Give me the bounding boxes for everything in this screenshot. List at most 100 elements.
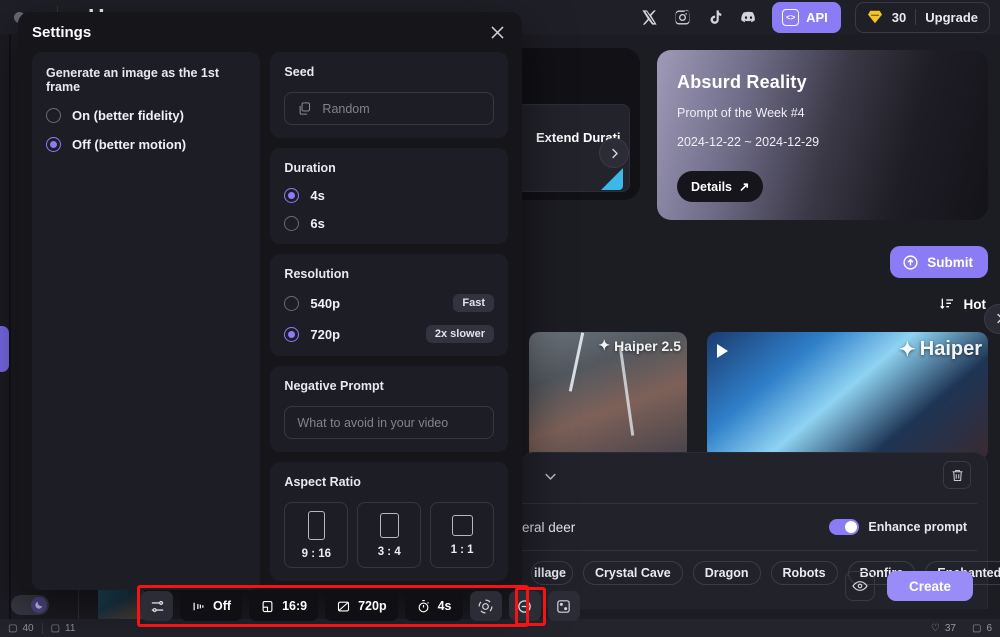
promo-banner[interactable]: Absurd Reality Prompt of the Week #4 202… <box>657 50 988 220</box>
x-twitter-icon[interactable] <box>640 8 659 27</box>
sidebar-drag-handle[interactable] <box>0 326 9 372</box>
credits-count: 30 <box>892 10 906 25</box>
prompt-row[interactable]: eral deer Enhance prompt <box>520 503 977 551</box>
settings-modal: Settings Generate an image as the 1st fr… <box>18 12 522 590</box>
enhance-prompt-control[interactable]: Enhance prompt <box>829 519 977 535</box>
quickbar-aspect-ratio-button[interactable]: 16:9 <box>249 591 318 621</box>
motion-icon <box>191 599 206 614</box>
option-label: 3 : 4 <box>378 546 401 558</box>
chip-item[interactable]: Crystal Cave <box>583 561 683 585</box>
api-label: API <box>806 10 828 25</box>
camera-motion-icon[interactable] <box>470 591 502 621</box>
enhance-prompt-toggle[interactable] <box>829 519 859 535</box>
quickbar-label: Off <box>213 599 231 613</box>
quickbar-motion-button[interactable]: Off <box>180 591 242 621</box>
duration-option-6s[interactable]: 6s <box>284 216 494 231</box>
duration-title: Duration <box>284 161 494 175</box>
prompt-text: eral deer <box>522 520 575 535</box>
discord-icon[interactable] <box>739 8 758 27</box>
quickbar-duration-button[interactable]: 4s <box>405 591 463 621</box>
submit-button[interactable]: Submit <box>890 246 988 278</box>
resolution-option-540p[interactable]: 540p Fast <box>284 294 494 312</box>
negative-prompt-placeholder: What to avoid in your video <box>297 416 448 430</box>
page-icon: ▢ <box>972 623 981 634</box>
enhance-prompt-label: Enhance prompt <box>868 520 967 534</box>
resolution-section: Resolution 540p Fast 720p 2x slower <box>270 254 508 356</box>
resolution-title: Resolution <box>284 267 494 281</box>
compose-panel: eral deer Enhance prompt illage Crystal … <box>520 452 988 609</box>
negative-prompt-title: Negative Prompt <box>284 379 494 393</box>
radio-unselected[interactable] <box>46 108 61 123</box>
duration-option-4s[interactable]: 4s <box>284 188 494 203</box>
option-label: 9 : 16 <box>302 548 331 560</box>
settings-title: Settings <box>32 24 91 41</box>
api-button[interactable]: <> API <box>772 2 841 33</box>
aspect-ratio-3-4[interactable]: 3 : 4 <box>357 502 421 568</box>
divider <box>915 9 916 25</box>
quickbar-label: 16:9 <box>282 599 307 613</box>
gem-icon <box>867 10 883 24</box>
dark-mode-toggle[interactable] <box>11 595 49 615</box>
option-label: On (better fidelity) <box>72 108 184 123</box>
radio-unselected[interactable] <box>284 216 299 231</box>
stopwatch-icon <box>416 599 431 614</box>
status-likes: ♡ 37 <box>923 623 964 634</box>
chip-item[interactable]: illage <box>531 561 573 585</box>
chevron-down-icon[interactable] <box>541 467 560 486</box>
external-link-icon: ↗ <box>739 179 749 194</box>
seed-placeholder: Random <box>322 102 369 116</box>
chip-item[interactable]: Dragon <box>693 561 761 585</box>
first-frame-option-on[interactable]: On (better fidelity) <box>46 108 246 123</box>
delete-button[interactable] <box>943 461 971 489</box>
bookmark-icon: ▢ <box>8 623 17 634</box>
moon-icon <box>31 597 47 613</box>
aspect-ratio-1-1[interactable]: 1 : 1 <box>430 502 494 568</box>
submit-label: Submit <box>927 255 973 270</box>
app-root: Home <> API <box>0 0 1000 637</box>
create-button[interactable]: Create <box>887 571 973 601</box>
play-icon[interactable] <box>717 344 728 358</box>
radio-selected[interactable] <box>46 137 61 152</box>
option-label: 540p <box>310 296 340 311</box>
aspect-ratio-icon <box>260 599 275 614</box>
negative-prompt-input[interactable]: What to avoid in your video <box>284 406 494 439</box>
watermark-text: Haiper <box>920 338 982 361</box>
sidebar-rail <box>9 34 11 637</box>
haiper-logo-icon: ✦ <box>598 337 610 354</box>
instagram-icon[interactable] <box>673 8 692 27</box>
watermark: ✦ Haiper <box>899 337 982 362</box>
upload-circle-icon <box>902 254 919 271</box>
radio-unselected[interactable] <box>284 296 299 311</box>
status-value: 6 <box>986 623 992 634</box>
negative-prompt-icon[interactable] <box>509 591 541 621</box>
credits-box[interactable]: 30 Upgrade <box>855 2 990 33</box>
upgrade-label[interactable]: Upgrade <box>925 10 978 25</box>
radio-selected[interactable] <box>284 188 299 203</box>
seed-dice-icon[interactable] <box>548 591 580 621</box>
feed-thumbnail[interactable]: ✦ Haiper 2.5 <box>529 332 687 460</box>
quickbar-label: 720p <box>358 599 387 613</box>
settings-modal-body: Generate an image as the 1st frame On (b… <box>18 52 522 590</box>
seed-input[interactable]: Random <box>284 92 494 125</box>
header-actions: <> API 30 Upgrade <box>640 2 1000 33</box>
feed-thumbnail[interactable]: ✦ Haiper <box>707 332 988 460</box>
preview-eye-icon[interactable] <box>845 571 875 601</box>
tiktok-icon[interactable] <box>706 8 725 27</box>
sort-control[interactable]: Hot <box>939 296 987 312</box>
sort-label: Hot <box>964 297 987 312</box>
radio-selected[interactable] <box>284 327 299 342</box>
chip-item[interactable]: Robots <box>771 561 838 585</box>
promo-next-icon[interactable] <box>984 304 1000 334</box>
details-button[interactable]: Details ↗ <box>677 171 763 202</box>
option-label: 720p <box>310 327 340 342</box>
resolution-option-720p[interactable]: 720p 2x slower <box>284 325 494 343</box>
option-label: 1 : 1 <box>451 544 474 556</box>
settings-sliders-icon[interactable] <box>141 591 173 621</box>
aspect-ratio-9-16[interactable]: 9 : 16 <box>284 502 348 568</box>
close-icon[interactable] <box>486 21 508 43</box>
promo-subtitle: Prompt of the Week #4 <box>677 106 968 120</box>
first-frame-option-off[interactable]: Off (better motion) <box>46 137 246 152</box>
copy-icon <box>297 101 312 116</box>
quickbar-resolution-button[interactable]: 720p <box>325 591 398 621</box>
carousel-next-icon[interactable] <box>599 138 629 168</box>
